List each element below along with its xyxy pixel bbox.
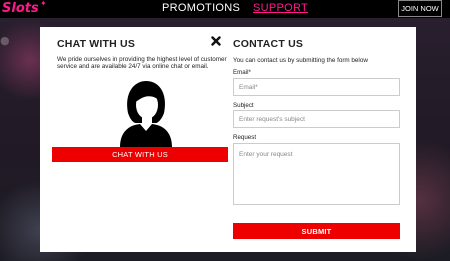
email-label: Email* — [233, 69, 251, 76]
chat-title: CHAT WITH US — [57, 38, 136, 50]
submit-button[interactable]: SUBMIT — [233, 223, 400, 239]
top-navigation-bar: Slots ✦ PROMOTIONS SUPPORT JOIN NOW — [0, 0, 450, 18]
contact-title: CONTACT US — [233, 38, 304, 50]
logo-star-icon: ✦ — [40, 0, 47, 8]
support-agent-avatar — [120, 81, 172, 147]
subject-label: Subject — [233, 102, 254, 109]
close-icon[interactable] — [211, 36, 221, 46]
site-logo[interactable]: Slots — [2, 1, 39, 16]
chat-with-us-button[interactable]: CHAT WITH US — [52, 147, 228, 162]
chat-description: We pride ourselves in providing the high… — [57, 56, 227, 71]
subject-field[interactable]: Enter request's subject — [233, 110, 400, 128]
join-now-button[interactable]: JOIN NOW — [398, 0, 442, 17]
nav-promotions[interactable]: PROMOTIONS — [162, 2, 240, 14]
nav-support[interactable]: SUPPORT — [253, 2, 308, 14]
request-label: Request — [233, 134, 257, 141]
email-field[interactable]: Email* — [233, 78, 400, 96]
background-decoration: ● — [0, 34, 10, 47]
request-textarea[interactable]: Enter your request — [233, 143, 400, 205]
contact-description: You can contact us by submitting the for… — [233, 57, 368, 64]
